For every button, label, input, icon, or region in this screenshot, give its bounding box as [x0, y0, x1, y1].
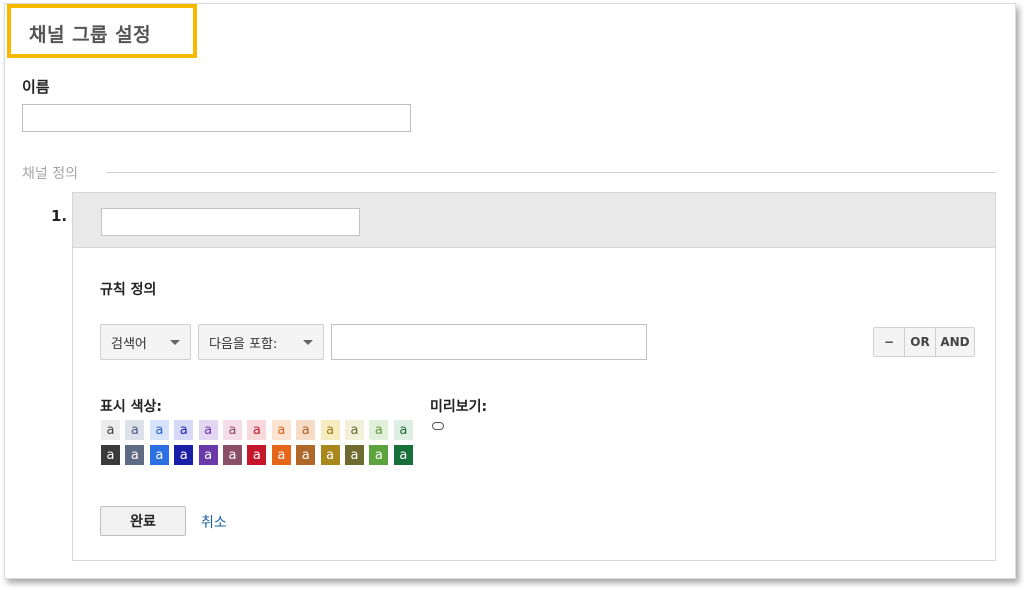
- dimension-dropdown[interactable]: 검색어: [100, 324, 191, 360]
- color-swatch-light-13[interactable]: a: [393, 420, 413, 440]
- display-color-label: 표시 색상:: [100, 399, 162, 415]
- color-swatch-dark-9[interactable]: a: [296, 445, 316, 465]
- rule-definition-title: 규칙 정의: [100, 282, 157, 298]
- color-swatch-dark-12[interactable]: a: [369, 445, 389, 465]
- chevron-down-icon: [170, 340, 180, 345]
- color-swatch-light-9[interactable]: a: [296, 420, 316, 440]
- name-label: 이름: [22, 78, 50, 96]
- dimension-dropdown-value: 검색어: [111, 336, 147, 352]
- done-button[interactable]: 완료: [100, 506, 186, 536]
- color-swatch-light-6[interactable]: a: [223, 420, 242, 440]
- match-type-dropdown-value: 다음을 포함:: [209, 336, 278, 352]
- color-swatch-dark-3[interactable]: a: [149, 445, 169, 465]
- section-divider: [106, 172, 996, 173]
- color-swatch-light-10[interactable]: a: [320, 420, 340, 440]
- color-swatch-light-2[interactable]: a: [125, 420, 145, 440]
- channel-definition-label: 채널 정의: [22, 166, 78, 182]
- preview-label: 미리보기:: [430, 399, 488, 415]
- preview-chip: [432, 422, 444, 430]
- cancel-link[interactable]: 취소: [201, 512, 227, 532]
- remove-condition-button[interactable]: −: [874, 328, 905, 356]
- color-swatch-dark-1[interactable]: a: [101, 445, 120, 465]
- color-swatch-dark-13[interactable]: a: [393, 445, 413, 465]
- rule-number: 1.: [51, 207, 68, 225]
- color-swatch-dark-11[interactable]: a: [345, 445, 364, 465]
- channel-group-settings-panel: 채널 그룹 설정 이름 채널 정의 1. 규칙 정의 검색어 다음을 포함: −…: [4, 3, 1016, 579]
- chevron-down-icon: [303, 340, 313, 345]
- color-swatch-dark-10[interactable]: a: [320, 445, 340, 465]
- channel-name-input[interactable]: [101, 208, 360, 236]
- color-swatch-dark-4[interactable]: a: [174, 445, 194, 465]
- page-title: 채널 그룹 설정: [29, 24, 152, 46]
- color-swatch-light-1[interactable]: a: [101, 420, 120, 440]
- color-swatch-light-3[interactable]: a: [149, 420, 169, 440]
- or-button[interactable]: OR: [905, 328, 936, 356]
- color-swatch-light-4[interactable]: a: [174, 420, 194, 440]
- title-highlight-box: 채널 그룹 설정: [7, 4, 197, 58]
- color-swatch-dark-6[interactable]: a: [223, 445, 242, 465]
- rule-card: 규칙 정의 검색어 다음을 포함: − OR AND 표시 색상: 미리보기: …: [72, 192, 996, 561]
- name-input[interactable]: [22, 104, 411, 132]
- color-swatch-light-5[interactable]: a: [198, 420, 218, 440]
- and-button[interactable]: AND: [936, 328, 974, 356]
- color-swatch-light-12[interactable]: a: [369, 420, 389, 440]
- condition-button-group: − OR AND: [873, 327, 975, 357]
- match-type-dropdown[interactable]: 다음을 포함:: [198, 324, 324, 360]
- color-swatch-light-11[interactable]: a: [345, 420, 364, 440]
- match-value-input[interactable]: [331, 324, 647, 360]
- color-swatch-dark-7[interactable]: a: [247, 445, 267, 465]
- rule-header: [73, 193, 995, 248]
- color-swatch-dark-2[interactable]: a: [125, 445, 145, 465]
- color-swatch-dark-5[interactable]: a: [198, 445, 218, 465]
- color-swatch-light-8[interactable]: a: [271, 420, 291, 440]
- color-swatch-light-7[interactable]: a: [247, 420, 267, 440]
- color-swatch-dark-8[interactable]: a: [271, 445, 291, 465]
